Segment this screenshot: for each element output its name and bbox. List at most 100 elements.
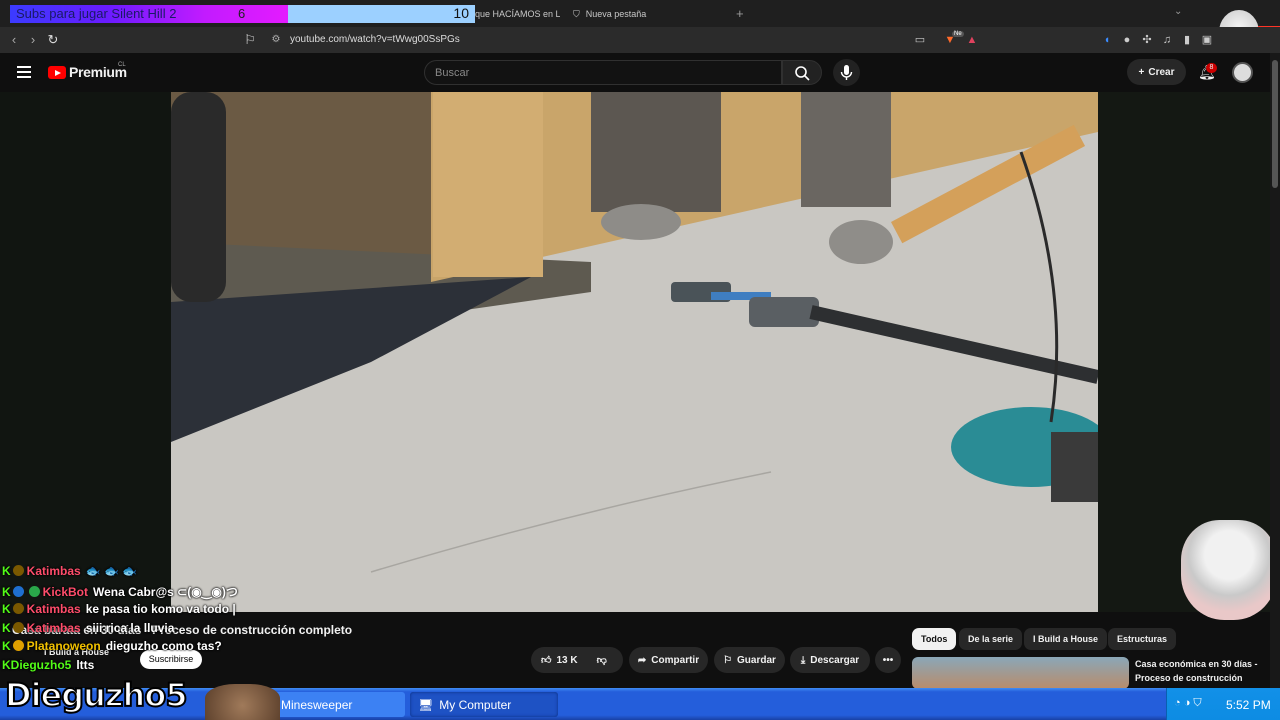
save-label: Guardar: [737, 654, 776, 666]
subs-goal-target: 10: [453, 5, 469, 21]
scrollbar-thumb[interactable]: [1272, 60, 1278, 188]
ambient-left: [0, 92, 171, 612]
thumbs-down-icon[interactable]: 👎︎: [597, 654, 607, 666]
kick-icon: K: [2, 602, 11, 616]
share-label: Compartir: [651, 654, 700, 666]
taskbar-app-my-computer[interactable]: 🖥︎ My Computer: [410, 692, 558, 717]
like-dislike-group: 👍︎ 13 K 👎︎: [531, 647, 623, 673]
chat-user: KickBot: [42, 585, 89, 599]
subs-goal-bar: Subs para jugar Silent Hill 2 6 10: [10, 5, 475, 23]
extension-icon[interactable]: ●: [1120, 33, 1134, 47]
more-actions-button[interactable]: •••: [875, 647, 901, 673]
chat-message: K Katimbas 🐟 🐟 🐟: [2, 564, 137, 578]
sidebar-icon[interactable]: ▮: [1180, 33, 1194, 47]
chat-text: ltts: [76, 658, 95, 672]
plus-icon: +: [1138, 66, 1145, 78]
wallet-icon[interactable]: ▣: [1200, 33, 1214, 47]
subs-goal-current: 6: [238, 6, 246, 21]
badge-icon: [12, 622, 24, 633]
computer-icon: 🖥︎: [418, 697, 434, 712]
share-button[interactable]: ➦ Compartir: [629, 647, 708, 673]
back-icon[interactable]: ‹: [6, 32, 22, 48]
url-field[interactable]: youtube.com/watch?v=tWwg00SsPGs: [290, 34, 460, 45]
voice-search-button[interactable]: [833, 59, 860, 86]
chip-channel[interactable]: I Build a House: [1024, 628, 1108, 650]
bot-badge-icon: [12, 586, 24, 597]
dog-overlay-image: [1181, 520, 1277, 620]
download-icon: ⤓: [800, 654, 806, 666]
country-code: CL: [118, 62, 126, 68]
kick-icon: K: [2, 585, 11, 599]
chat-text: Wena Cabr@s ⊂(◉‿◉)つ: [93, 585, 238, 599]
audio-icon[interactable]: ◖: [1100, 33, 1114, 47]
chat-text: siii rica la lluvia: [85, 621, 175, 635]
thumbs-up-icon[interactable]: 👍︎: [541, 654, 551, 666]
badge-icon: [12, 565, 24, 576]
chat-user: Katimbas: [26, 621, 81, 635]
chat-text: dieguzho como tas?: [105, 639, 222, 653]
create-button[interactable]: + Crear: [1127, 59, 1186, 85]
kick-icon: K: [2, 621, 11, 635]
search-button[interactable]: [782, 60, 822, 85]
video-frame: [171, 92, 1098, 612]
menu-icon[interactable]: [17, 66, 31, 78]
chat-user: Platanoweon: [26, 639, 101, 653]
kick-icon: K: [2, 658, 11, 672]
bookmark-icon: ⚐: [723, 654, 733, 666]
tray-icons[interactable]: ◔ ◑ ⛉: [1174, 697, 1202, 710]
chip-todos[interactable]: Todos: [912, 628, 957, 650]
forward-icon[interactable]: ›: [25, 32, 41, 48]
clock[interactable]: 5:52 PM: [1226, 698, 1271, 712]
badge-icon: [12, 603, 24, 614]
bookmark-icon[interactable]: ⚐: [242, 32, 258, 48]
subs-goal-label: Subs para jugar Silent Hill 2: [16, 6, 177, 21]
brave-rewards-icon[interactable]: ▲: [965, 33, 979, 47]
chat-text: ke pasa tio komo va todo |: [85, 602, 236, 616]
kick-icon: K: [2, 639, 11, 653]
search-icon: [795, 66, 810, 81]
chat-message: K Katimbas siii rica la lluvia: [2, 621, 174, 635]
subs-goal-remaining: 10: [288, 5, 475, 23]
avatar[interactable]: [1232, 62, 1253, 83]
recommended-thumbnail[interactable]: [912, 657, 1129, 689]
share-icon: ➦: [637, 654, 647, 666]
chat-message: K Platanoweon dieguzho como tas?: [2, 639, 222, 653]
tab-label: que HACÍAMOS en LOS: [475, 9, 560, 19]
save-button[interactable]: ⚐ Guardar: [714, 647, 785, 673]
download-button[interactable]: ⤓ Descargar: [790, 647, 870, 673]
taskbar-app-label: My Computer: [439, 697, 512, 712]
chip-estructuras[interactable]: Estructuras: [1108, 628, 1177, 650]
tab-video[interactable]: que HACÍAMOS en LOS: [475, 5, 560, 23]
webcam-overlay: [205, 684, 280, 720]
chevron-down-icon[interactable]: ⌄: [1174, 6, 1182, 17]
search-input[interactable]: Buscar: [424, 60, 782, 85]
site-settings-icon[interactable]: ⚙: [268, 32, 284, 48]
taskbar-app-label: Minesweeper: [281, 697, 353, 712]
reload-icon[interactable]: ↻: [45, 32, 61, 48]
new-tab-button[interactable]: +: [736, 6, 744, 21]
taskbar-app-minesweeper[interactable]: Minesweeper: [273, 692, 405, 717]
kick-icon: K: [2, 564, 11, 578]
chat-user: Katimbas: [26, 564, 81, 578]
tab-new[interactable]: ⛉ Nueva pestaña: [573, 5, 733, 23]
badge-icon: [12, 640, 24, 651]
like-count[interactable]: 13 K: [556, 655, 577, 666]
puzzle-icon[interactable]: ✣: [1140, 33, 1154, 47]
address-bar: [0, 27, 1280, 53]
extension-badge: Ne: [952, 31, 964, 37]
download-label: Descargar: [810, 654, 860, 666]
subs-goal-fill: Subs para jugar Silent Hill 2 6: [10, 5, 288, 23]
recommended-title[interactable]: Casa económica en 30 días - Proceso de c…: [1135, 657, 1265, 685]
chat-text: 🐟 🐟 🐟: [85, 564, 138, 578]
music-icon[interactable]: ♫: [1160, 33, 1174, 47]
streamer-name: Dieguzho5: [4, 675, 189, 715]
microphone-icon: [840, 65, 853, 80]
chat-message: KDieguzho5 ltts: [2, 658, 94, 672]
cast-icon[interactable]: ▭: [913, 33, 927, 47]
video-player[interactable]: [171, 92, 1098, 612]
chip-serie[interactable]: De la serie: [959, 628, 1023, 650]
tab-label: Nueva pestaña: [585, 9, 647, 19]
chat-message: K Katimbas ke pasa tio komo va todo |: [2, 602, 236, 616]
youtube-logo-icon[interactable]: [48, 66, 66, 79]
chat-message: K KickBot Wena Cabr@s ⊂(◉‿◉)つ: [2, 583, 238, 600]
